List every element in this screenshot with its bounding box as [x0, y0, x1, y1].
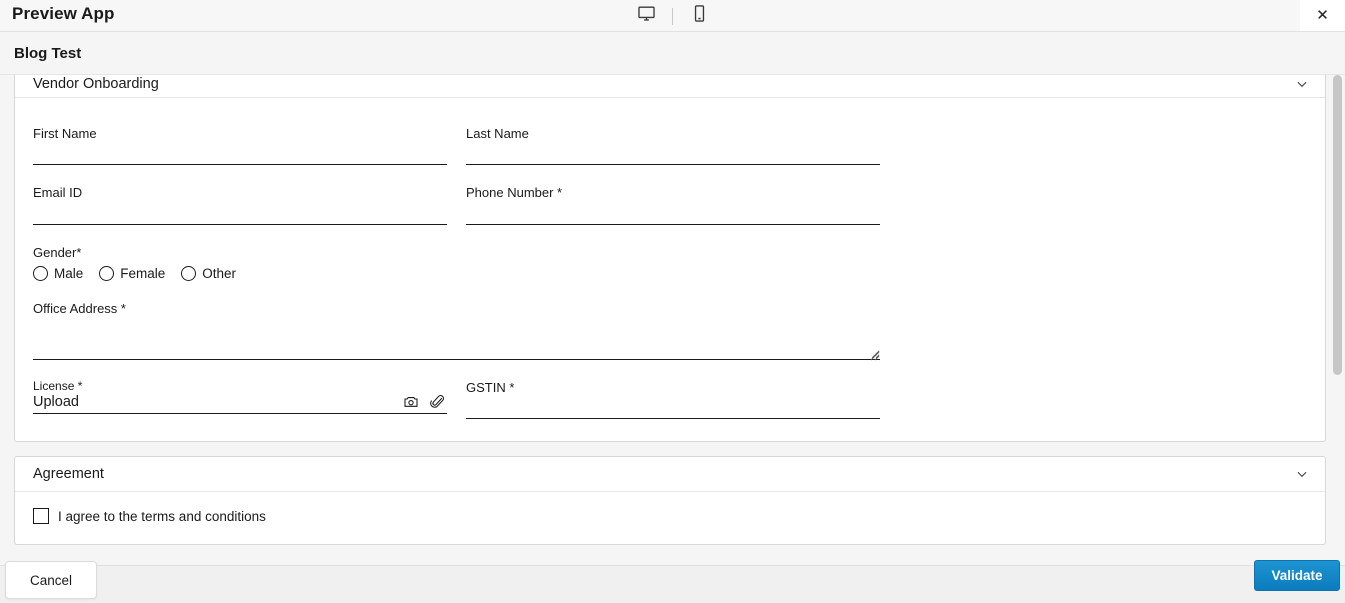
office-address-textarea-wrap: [33, 322, 880, 361]
license-upload-control[interactable]: Upload: [33, 394, 447, 415]
preview-app-window: Preview App ✕ Blog Test Vendor Onboardin…: [0, 0, 1345, 603]
phone-input[interactable]: [466, 206, 880, 225]
mobile-view-icon: [690, 4, 709, 28]
gender-option-other-label: Other: [202, 265, 237, 281]
agreement-accordion-header[interactable]: Agreement: [15, 457, 1325, 493]
license-col: License * Upload: [33, 366, 447, 425]
chevron-down-icon[interactable]: [1295, 467, 1309, 481]
office-address-label: Office Address *: [33, 300, 126, 316]
gender-col: Gender* Male Female Other: [33, 231, 447, 287]
address-row: Office Address *: [33, 287, 1307, 366]
gender-radio-group: Male Female Other: [33, 265, 447, 281]
vendor-onboarding-title: Vendor Onboarding: [33, 75, 159, 92]
license-upload-text: Upload: [33, 394, 79, 411]
contact-row: Email ID Phone Number *: [33, 171, 1307, 230]
gender-label: Gender*: [33, 244, 82, 260]
chevron-down-icon[interactable]: [1295, 77, 1309, 91]
vendor-onboarding-card: Vendor Onboarding First Name Last Name E…: [14, 75, 1326, 443]
checkbox-icon[interactable]: [33, 508, 49, 525]
last-name-input[interactable]: [466, 147, 880, 166]
gender-option-male[interactable]: Male: [33, 265, 84, 281]
email-col: Email ID: [33, 171, 447, 230]
vertical-scrollbar[interactable]: [1333, 75, 1342, 565]
last-name-col: Last Name: [466, 112, 880, 171]
agreement-body: I agree to the terms and conditions: [15, 492, 1325, 544]
terms-checkbox-row[interactable]: I agree to the terms and conditions: [33, 508, 1307, 525]
email-label: Email ID: [33, 185, 83, 201]
office-address-textarea[interactable]: [33, 322, 880, 360]
license-row: License * Upload GSTIN *: [33, 366, 1307, 425]
gender-row: Gender* Male Female Other: [33, 231, 1307, 287]
radio-icon: [99, 265, 115, 281]
first-name-input[interactable]: [33, 147, 447, 166]
phone-col: Phone Number *: [466, 171, 880, 230]
office-address-col: Office Address *: [33, 287, 880, 366]
footer-action-bar: Cancel Validate: [0, 560, 1345, 603]
first-name-label: First Name: [33, 126, 97, 141]
desktop-view-button[interactable]: [629, 3, 663, 29]
email-field: Email ID: [33, 185, 447, 225]
license-upload-icons: [403, 394, 447, 410]
subheader: Blog Test: [0, 32, 1345, 75]
radio-icon: [181, 265, 197, 281]
close-icon[interactable]: ✕: [1300, 0, 1345, 31]
form-scroll-region: Vendor Onboarding First Name Last Name E…: [0, 75, 1345, 565]
paperclip-icon[interactable]: [429, 394, 445, 410]
device-toggle-divider: [672, 7, 673, 25]
vendor-onboarding-body: First Name Last Name Email ID Phone Numb…: [15, 98, 1325, 441]
gender-option-other[interactable]: Other: [181, 265, 237, 281]
gender-option-female-label: Female: [120, 265, 166, 281]
terms-checkbox-label: I agree to the terms and conditions: [58, 508, 266, 524]
agreement-title: Agreement: [33, 466, 104, 483]
gstin-field: GSTIN *: [466, 380, 880, 420]
license-upload-field: License * Upload: [33, 379, 447, 415]
office-address-field: Office Address *: [33, 300, 880, 361]
validate-button[interactable]: Validate: [1254, 560, 1340, 591]
license-label: License *: [33, 379, 83, 393]
last-name-label: Last Name: [466, 126, 529, 141]
radio-icon: [33, 265, 48, 281]
vendor-onboarding-accordion-header[interactable]: Vendor Onboarding: [15, 75, 1325, 98]
email-input[interactable]: [33, 206, 447, 225]
mobile-view-button[interactable]: [682, 3, 716, 29]
desktop-view-icon: [637, 4, 656, 28]
gender-option-male-label: Male: [54, 265, 84, 281]
gstin-label: GSTIN *: [466, 380, 515, 395]
last-name-field: Last Name: [466, 126, 880, 166]
gstin-input[interactable]: [466, 401, 880, 420]
gender-option-female[interactable]: Female: [99, 265, 166, 281]
gstin-col: GSTIN *: [466, 366, 880, 425]
phone-label: Phone Number *: [466, 185, 563, 201]
name-row: First Name Last Name: [33, 112, 1307, 171]
first-name-col: First Name: [33, 112, 447, 171]
scrollbar-thumb[interactable]: [1333, 75, 1342, 375]
cancel-button[interactable]: Cancel: [5, 561, 97, 599]
phone-field: Phone Number *: [466, 185, 880, 225]
device-view-toggle: [0, 0, 1345, 32]
gender-field: Gender* Male Female Other: [33, 245, 447, 281]
agreement-card: Agreement I agree to the terms and condi…: [14, 456, 1326, 546]
titlebar: Preview App ✕: [0, 0, 1345, 32]
page-title: Blog Test: [14, 44, 82, 62]
camera-icon[interactable]: [403, 394, 419, 410]
first-name-field: First Name: [33, 126, 447, 166]
